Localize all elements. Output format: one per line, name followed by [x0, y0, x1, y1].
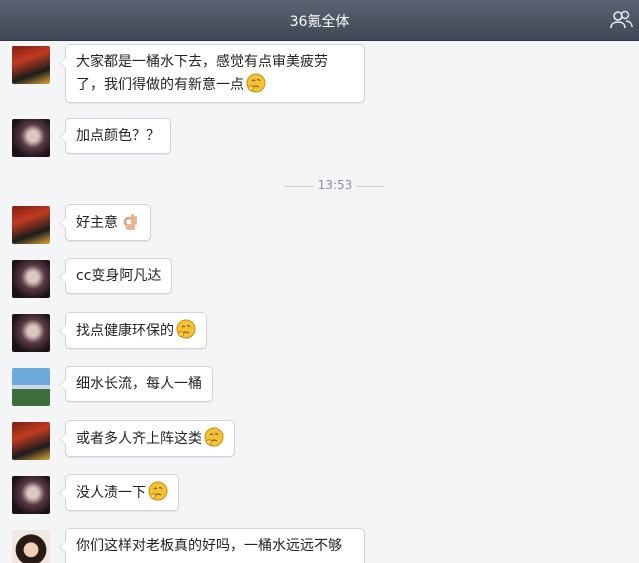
message-bubble[interactable]: 你们这样对老板真的好吗，一桶水远远不够: [59, 528, 365, 563]
red-character-avatar[interactable]: [12, 422, 50, 460]
dark-portrait-avatar[interactable]: [12, 476, 50, 514]
message-text: 加点颜色？？: [76, 128, 160, 144]
message-bubble[interactable]: 或者多人齐上阵这类: [59, 420, 235, 457]
message-bubble[interactable]: 加点颜色？？: [59, 118, 171, 154]
message-bubble[interactable]: 没人渍一下: [59, 474, 179, 511]
thinking-emoji: [148, 481, 168, 501]
timestamp-divider: 13:53: [0, 176, 639, 196]
red-character-avatar[interactable]: [12, 206, 50, 244]
message-text: 好主意: [76, 215, 118, 231]
thinking-emoji: [204, 427, 224, 447]
message-text: cc变身阿凡达: [76, 268, 162, 284]
message-text: 你们这样对老板真的好吗，一桶水远远不够: [76, 538, 342, 554]
message-text-line: 了，我们得做的有新意一点: [76, 77, 244, 93]
thinking-emoji: [176, 319, 196, 339]
dark-portrait-avatar[interactable]: [12, 119, 50, 157]
chat-area[interactable]: 大家都是一桶水下去，感觉有点审美疲劳 了，我们得做的有新意一点 加点颜色？？ 1…: [0, 41, 639, 563]
ok-hand-emoji: [123, 214, 137, 230]
message-text: 找点健康环保的: [76, 323, 174, 339]
message-bubble[interactable]: 大家都是一桶水下去，感觉有点审美疲劳 了，我们得做的有新意一点: [59, 44, 365, 103]
girl-portrait-avatar[interactable]: [12, 530, 50, 563]
message-bubble[interactable]: 细水长流，每人一桶: [59, 366, 213, 402]
dark-portrait-avatar[interactable]: [12, 314, 50, 352]
dark-portrait-avatar[interactable]: [12, 260, 50, 298]
chat-title: 36氪全体: [289, 14, 350, 30]
title-bar: 36氪全体: [0, 0, 639, 41]
message-text: 细水长流，每人一桶: [76, 376, 202, 392]
message-bubble[interactable]: cc变身阿凡达: [58, 258, 173, 294]
divider-line: [357, 186, 385, 187]
message-text-line: 大家都是一桶水下去，感觉有点审美疲劳: [76, 54, 328, 70]
message-text: 或者多人齐上阵这类: [76, 431, 202, 447]
message-bubble[interactable]: 好主意: [59, 204, 151, 241]
landscape-avatar[interactable]: [12, 368, 50, 406]
timestamp-text: 13:53: [317, 178, 353, 192]
thinking-emoji: [246, 73, 266, 93]
message-bubble[interactable]: 找点健康环保的: [59, 312, 207, 349]
red-character-avatar[interactable]: [12, 46, 50, 84]
message-text: 没人渍一下: [76, 485, 146, 501]
group-members-icon[interactable]: [609, 10, 633, 30]
